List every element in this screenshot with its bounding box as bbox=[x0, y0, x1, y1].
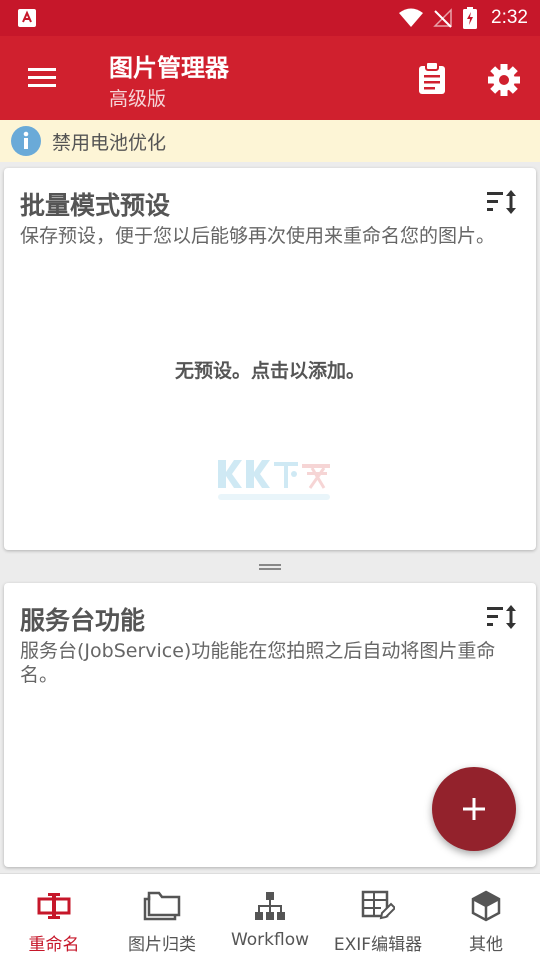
batch-presets-card: 批量模式预设 保存预设，便于您以后能够再次使用来重命名您的图片。 无预设。点击以… bbox=[4, 168, 536, 550]
service-card-title: 服务台功能 bbox=[20, 606, 146, 635]
bottom-navigation: 重命名 图片归类 Workflow EXIF编辑器 其他 bbox=[0, 873, 540, 960]
table-edit-icon bbox=[361, 890, 395, 920]
nav-item-rename[interactable]: 重命名 bbox=[0, 874, 108, 960]
watermark-logo-icon bbox=[218, 460, 330, 500]
nav-label-workflow: Workflow bbox=[230, 930, 310, 950]
nav-item-organize[interactable]: 图片归类 bbox=[108, 874, 216, 960]
add-preset-button[interactable] bbox=[432, 767, 516, 851]
cube-icon bbox=[471, 890, 501, 922]
app-subtitle: 高级版 bbox=[109, 88, 167, 110]
banner-text: 禁用电池优化 bbox=[52, 131, 167, 154]
presets-empty-message[interactable]: 无预设。点击以添加。 bbox=[4, 356, 536, 383]
nav-item-other[interactable]: 其他 bbox=[432, 874, 540, 960]
hierarchy-icon bbox=[255, 892, 285, 920]
status-time: 2:32 bbox=[491, 7, 528, 28]
status-bar: 2:32 bbox=[0, 0, 540, 36]
settings-gear-icon[interactable] bbox=[484, 60, 524, 100]
split-drag-handle[interactable] bbox=[259, 564, 281, 572]
no-signal-icon bbox=[433, 8, 452, 28]
nav-label-exif-editor: EXIF编辑器 bbox=[333, 935, 423, 955]
menu-icon[interactable] bbox=[22, 60, 62, 96]
battery-charging-icon bbox=[463, 7, 478, 29]
battery-optimization-banner[interactable]: 禁用电池优化 bbox=[0, 120, 540, 162]
wifi-icon bbox=[399, 8, 424, 27]
folder-icon bbox=[143, 891, 181, 921]
plus-icon bbox=[463, 798, 485, 820]
nav-item-exif-editor[interactable]: EXIF编辑器 bbox=[324, 874, 432, 960]
app-bar: 图片管理器 高级版 bbox=[0, 36, 540, 120]
info-icon bbox=[11, 126, 41, 156]
app-notification-icon bbox=[18, 9, 36, 27]
nav-label-organize: 图片归类 bbox=[128, 935, 196, 955]
nav-item-workflow[interactable]: Workflow bbox=[216, 874, 324, 960]
app-title: 图片管理器 bbox=[109, 54, 229, 82]
nav-label-other: 其他 bbox=[469, 935, 503, 955]
service-card-description: 服务台(JobService)功能能在您拍照之后自动将图片重命名。 bbox=[20, 640, 496, 686]
presets-card-title: 批量模式预设 bbox=[20, 191, 171, 220]
sort-icon[interactable] bbox=[486, 603, 518, 631]
sort-icon[interactable] bbox=[486, 188, 518, 216]
presets-card-description: 保存预设，便于您以后能够再次使用来重命名您的图片。 bbox=[20, 225, 496, 247]
clipboard-icon[interactable] bbox=[414, 60, 450, 96]
rename-icon bbox=[37, 893, 71, 919]
nav-label-rename: 重命名 bbox=[28, 935, 80, 955]
